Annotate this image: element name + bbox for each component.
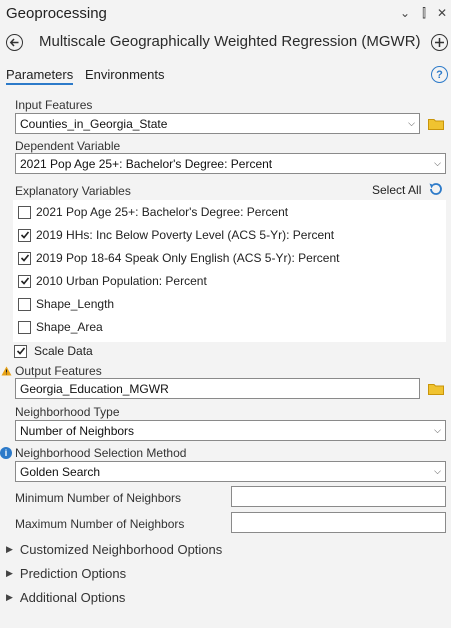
input-features-field[interactable]: Counties_in_Georgia_State ⌵: [15, 113, 420, 134]
variable-label: 2019 HHs: Inc Below Poverty Level (ACS 5…: [36, 228, 335, 242]
checkbox-row[interactable]: Shape_Length: [18, 293, 114, 315]
folder-icon[interactable]: [428, 118, 444, 130]
min-neighbors-input[interactable]: [231, 486, 446, 507]
chevron-down-icon: ⌵: [434, 466, 441, 476]
output-features-label: Output Features: [15, 364, 102, 378]
neighborhood-type-select[interactable]: Number of Neighbors ⌵: [15, 420, 446, 441]
neighborhood-type-value: Number of Neighbors: [20, 423, 135, 438]
neighborhood-method-value: Golden Search: [20, 464, 101, 479]
close-icon[interactable]: ✕: [435, 6, 449, 20]
reset-icon[interactable]: [428, 181, 444, 197]
input-features-value: Counties_in_Georgia_State: [20, 116, 168, 131]
chevron-down-icon: ⌵: [434, 425, 441, 435]
section-label: Prediction Options: [19, 566, 127, 581]
options-dropdown-icon[interactable]: ⌄: [398, 6, 412, 20]
neighborhood-type-label: Neighborhood Type: [15, 405, 120, 419]
section-label: Additional Options: [19, 590, 126, 605]
chevron-down-icon[interactable]: ⌵: [408, 118, 415, 129]
section-additional-options[interactable]: ▶ Additional Options: [6, 590, 125, 605]
section-label: Customized Neighborhood Options: [19, 542, 223, 557]
chevron-right-icon: ▶: [6, 544, 13, 554]
checkbox[interactable]: [18, 228, 31, 242]
dependent-variable-select[interactable]: 2021 Pop Age 25+: Bachelor's Degree: Per…: [15, 153, 446, 174]
chevron-right-icon: ▶: [6, 592, 13, 602]
checkbox[interactable]: [18, 320, 31, 334]
tool-title: Multiscale Geographically Weighted Regre…: [39, 33, 421, 50]
explanatory-variables-label: Explanatory Variables: [15, 184, 131, 198]
checkbox-row[interactable]: 2019 HHs: Inc Below Poverty Level (ACS 5…: [18, 224, 334, 246]
plus-icon: [435, 38, 444, 47]
add-button[interactable]: [431, 34, 448, 51]
check-icon: [20, 254, 29, 262]
max-neighbors-label: Maximum Number of Neighbors: [15, 517, 185, 531]
variable-label: 2010 Urban Population: Percent: [36, 274, 207, 288]
check-icon: [20, 277, 29, 285]
dependent-variable-value: 2021 Pop Age 25+: Bachelor's Degree: Per…: [20, 156, 273, 171]
tab-parameters[interactable]: Parameters: [6, 67, 74, 85]
output-features-field[interactable]: Georgia_Education_MGWR: [15, 378, 420, 399]
min-neighbors-label: Minimum Number of Neighbors: [15, 491, 182, 505]
section-customized-neighborhood[interactable]: ▶ Customized Neighborhood Options: [6, 542, 222, 557]
output-features-value: Georgia_Education_MGWR: [20, 381, 169, 396]
checkbox-row[interactable]: Shape_Area: [18, 316, 103, 338]
input-features-label: Input Features: [15, 98, 93, 112]
back-button[interactable]: [6, 34, 23, 51]
checkbox[interactable]: [18, 251, 31, 265]
variable-label: 2019 Pop 18-64 Speak Only English (ACS 5…: [36, 251, 340, 265]
pane-title: Geoprocessing: [6, 5, 107, 22]
check-icon: [16, 347, 25, 355]
checkbox-row[interactable]: 2010 Urban Population: Percent: [18, 270, 207, 292]
warning-icon: [1, 366, 12, 376]
help-icon[interactable]: ?: [431, 66, 448, 83]
select-all-button[interactable]: Select All: [372, 183, 421, 197]
checkbox-row[interactable]: 2021 Pop Age 25+: Bachelor's Degree: Per…: [18, 201, 288, 223]
tab-environments[interactable]: Environments: [85, 67, 164, 82]
chevron-down-icon: ⌵: [434, 158, 441, 168]
checkbox-row[interactable]: 2019 Pop 18-64 Speak Only English (ACS 5…: [18, 247, 340, 269]
scale-data-checkbox[interactable]: [14, 344, 27, 358]
scale-data-row[interactable]: Scale Data: [14, 340, 93, 362]
neighborhood-method-select[interactable]: Golden Search ⌵: [15, 461, 446, 482]
folder-icon[interactable]: [428, 383, 444, 395]
check-icon: [20, 231, 29, 239]
variable-label: Shape_Area: [36, 320, 103, 334]
section-prediction-options[interactable]: ▶ Prediction Options: [6, 566, 126, 581]
arrow-left-icon: [9, 38, 19, 47]
checkbox[interactable]: [18, 274, 31, 288]
max-neighbors-input[interactable]: [231, 512, 446, 533]
neighborhood-method-label: Neighborhood Selection Method: [15, 446, 187, 460]
scale-data-label: Scale Data: [34, 344, 93, 358]
checkbox[interactable]: [18, 297, 31, 311]
info-icon[interactable]: i: [0, 447, 12, 459]
chevron-right-icon: ▶: [6, 568, 13, 578]
checkbox[interactable]: [18, 205, 31, 219]
pin-icon[interactable]: ⫿: [417, 6, 431, 21]
variable-label: 2021 Pop Age 25+: Bachelor's Degree: Per…: [36, 205, 289, 219]
dependent-variable-label: Dependent Variable: [15, 139, 121, 153]
variable-label: Shape_Length: [36, 297, 115, 311]
